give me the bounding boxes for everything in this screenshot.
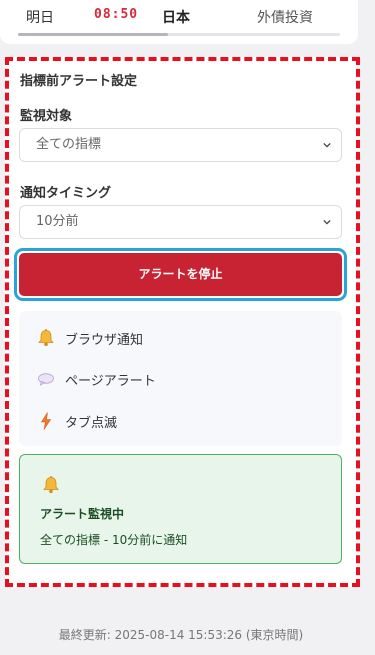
scrollbar-thumb[interactable] (18, 33, 168, 36)
event-time: 08:50 (94, 7, 139, 22)
speech-bubble-icon (38, 373, 54, 387)
notification-method-label: ページアラート (65, 374, 156, 389)
bell-icon (43, 476, 59, 494)
event-day: 明日 (26, 10, 54, 26)
horizontal-scrollbar[interactable] (18, 33, 340, 36)
alert-status-box: アラート監視中 全ての指標 - 10分前に通知 (19, 454, 342, 564)
target-select[interactable]: 全ての指標 (19, 128, 342, 162)
notification-method-label: タブ点滅 (65, 416, 118, 431)
stop-button-focus-ring: アラートを停止 (14, 248, 347, 301)
chevron-down-icon (323, 142, 331, 148)
event-category: 外債投資 (257, 10, 313, 26)
chevron-down-icon (323, 219, 331, 225)
last-updated-text: 最終更新: 2025-08-14 15:53:26 (東京時間) (58, 628, 304, 642)
lightning-icon (40, 412, 52, 430)
alert-status-detail: 全ての指標 - 10分前に通知 (40, 533, 188, 547)
stop-alert-button[interactable]: アラートを停止 (19, 253, 342, 296)
event-country: 日本 (162, 10, 190, 26)
notification-method-label: ブラウザ通知 (65, 333, 144, 348)
event-row-card: 明日 08:50 日本 外債投資 (0, 0, 358, 44)
event-row[interactable]: 明日 08:50 日本 外債投資 (0, 7, 358, 27)
timing-select[interactable]: 10分前 (19, 205, 342, 239)
target-label: 監視対象 (20, 109, 73, 124)
alert-settings-panel: 指標前アラート設定 監視対象 全ての指標 通知タイミング 10分前 アラートを停… (5, 57, 360, 587)
timing-label: 通知タイミング (20, 186, 112, 201)
timing-select-value: 10分前 (36, 214, 79, 229)
target-select-value: 全ての指標 (36, 137, 102, 152)
bell-icon (38, 329, 54, 347)
notification-methods: ブラウザ通知 ページアラート タブ点滅 (19, 311, 342, 446)
alert-status-title: アラート監視中 (40, 507, 125, 521)
section-title: 指標前アラート設定 (20, 74, 138, 89)
